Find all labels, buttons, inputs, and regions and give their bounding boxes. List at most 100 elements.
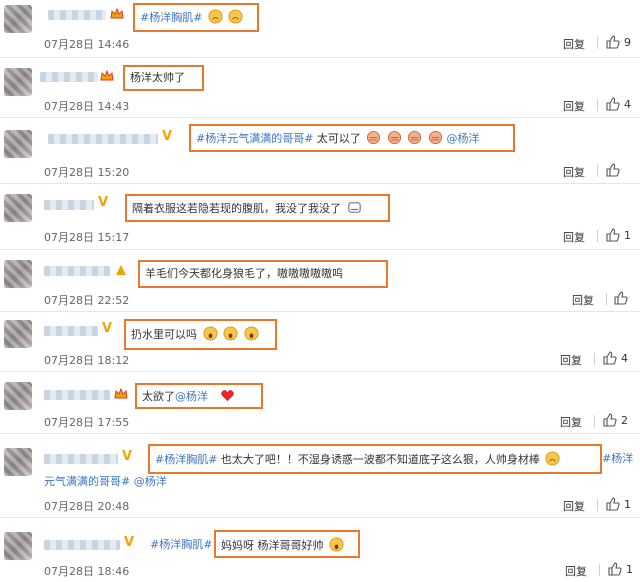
reply-button[interactable]: 回复: [572, 292, 594, 308]
mention-link[interactable]: @杨洋: [175, 390, 208, 403]
avatar[interactable]: [4, 260, 32, 288]
divider: [597, 230, 598, 242]
comment-item: 羊毛们今天都化身狼毛了，嗷嗷嗷嗷嗷呜 07月28日 22:52 回复: [0, 250, 640, 312]
verified-v-icon: V: [102, 321, 113, 336]
fist-emoji-icon: [428, 130, 442, 145]
reply-button[interactable]: 回复: [563, 98, 585, 114]
heart-icon: [220, 390, 234, 402]
thumbs-up-icon[interactable]: [603, 351, 617, 365]
username[interactable]: [40, 72, 98, 82]
divider: [594, 415, 595, 427]
username[interactable]: [48, 10, 106, 20]
comment-body: 太欲了: [142, 390, 175, 403]
comment-text: #杨洋胸肌#: [140, 9, 243, 26]
screaming-face-icon: [329, 537, 344, 552]
avatar[interactable]: [4, 130, 32, 158]
reply-button[interactable]: 回复: [563, 498, 585, 514]
reply-button[interactable]: 回复: [560, 352, 582, 368]
avatar[interactable]: [4, 382, 32, 410]
comment-text-line2: 元气满满的哥哥# @杨洋: [44, 474, 167, 490]
like-count: 4: [621, 352, 628, 365]
timestamp: 07月28日 18:12: [44, 354, 130, 367]
screaming-face-icon: [243, 326, 259, 341]
thumbs-up-icon[interactable]: [608, 562, 622, 576]
comment-text: #杨洋胸肌# 也太大了吧！！不湿身诱惑一波都不知道底子这么狠，人帅身材棒: [155, 451, 560, 468]
reply-button[interactable]: 回复: [563, 164, 585, 180]
screaming-face-icon: [223, 326, 238, 341]
timestamp: 07月28日 14:46: [44, 38, 130, 51]
thumbs-up-icon[interactable]: [606, 97, 620, 111]
comment-body: 太可以了: [313, 132, 361, 145]
comment-body: 隔着衣服这若隐若现的腹肌，我没了我没了: [132, 202, 341, 215]
verified-v-icon: V: [162, 129, 173, 144]
thumbs-up-icon[interactable]: [606, 228, 620, 242]
divider: [606, 293, 607, 305]
avatar[interactable]: [4, 5, 32, 33]
comment-item: 杨洋太帅了 07月28日 14:43 回复 4: [0, 58, 640, 118]
mention-link[interactable]: @杨洋: [446, 132, 479, 145]
divider: [599, 564, 600, 576]
comment-item: #杨洋胸肌# 07月28日 14:46 回复 9: [0, 0, 640, 58]
like-count: 1: [624, 498, 631, 511]
hashtag-link[interactable]: #杨洋胸肌#: [155, 453, 217, 466]
fist-emoji-icon: [387, 130, 401, 145]
comment-item: V #杨洋胸肌# 也太大了吧！！不湿身诱惑一波都不知道底子这么狠，人帅身材棒 #…: [0, 434, 640, 518]
username[interactable]: [44, 540, 120, 550]
emoji-icon: [208, 9, 223, 24]
verified-v-icon: V: [98, 195, 109, 210]
emoji-icon: [228, 9, 243, 24]
comment-text: #杨洋元气满满的哥哥# 太可以了 @杨洋: [196, 130, 479, 147]
comment-text: 太欲了@杨洋: [142, 388, 235, 405]
comment-item: 太欲了@杨洋 07月28日 17:55 回复 2: [0, 372, 640, 434]
username[interactable]: [48, 134, 158, 144]
reply-button[interactable]: 回复: [563, 36, 585, 52]
vip-crown-icon: [110, 8, 124, 19]
like-count: 1: [624, 229, 631, 242]
timestamp: 07月28日 15:17: [44, 231, 130, 244]
hashtag-link[interactable]: 元气满满的哥哥#: [44, 475, 130, 488]
timestamp: 07月28日 20:48: [44, 500, 130, 513]
reply-button[interactable]: 回复: [560, 414, 582, 430]
mention-link[interactable]: @杨洋: [134, 475, 167, 488]
fist-emoji-icon: [367, 130, 381, 145]
comment-text: 妈妈呀 杨洋哥哥好帅: [221, 537, 344, 554]
emoji-icon: [545, 451, 560, 466]
comment-body: 也太大了吧！！不湿身诱惑一波都不知道底子这么狠，人帅身材棒: [217, 453, 540, 466]
avatar[interactable]: [4, 532, 32, 560]
hashtag-link[interactable]: #杨洋胸肌#: [140, 11, 202, 24]
hashtag-link[interactable]: #杨洋: [602, 451, 633, 467]
like-count: 4: [624, 98, 631, 111]
username[interactable]: [44, 200, 94, 210]
reply-button[interactable]: 回复: [565, 563, 587, 579]
comment-item: V 隔着衣服这若隐若现的腹肌，我没了我没了 07月28日 15:17 回复 1: [0, 184, 640, 250]
thumbs-up-icon[interactable]: [603, 413, 617, 427]
hashtag-link[interactable]: #杨洋元气满满的哥哥#: [196, 132, 313, 145]
reply-button[interactable]: 回复: [563, 229, 585, 245]
username[interactable]: [44, 326, 98, 336]
avatar[interactable]: [4, 320, 32, 348]
thumbs-up-icon[interactable]: [606, 163, 620, 177]
avatar[interactable]: [4, 194, 32, 222]
hashtag-link[interactable]: #杨洋胸肌#: [150, 537, 212, 553]
comment-body: 妈妈呀 杨洋哥哥好帅: [221, 539, 324, 552]
thumbs-up-icon[interactable]: [614, 291, 628, 305]
username[interactable]: [44, 390, 110, 400]
like-count: 1: [626, 563, 633, 576]
comment-text: 隔着衣服这若隐若现的腹肌，我没了我没了: [132, 200, 362, 217]
avatar[interactable]: [4, 68, 32, 96]
username[interactable]: [44, 266, 110, 276]
username[interactable]: [44, 454, 118, 464]
screaming-face-icon: [202, 326, 218, 341]
avatar[interactable]: [4, 448, 32, 476]
thumbs-up-icon[interactable]: [606, 497, 620, 511]
divider: [597, 165, 598, 177]
timestamp: 07月28日 22:52: [44, 294, 130, 307]
thumbs-up-icon[interactable]: [606, 35, 620, 49]
timestamp: 07月28日 17:55: [44, 416, 130, 429]
divider: [597, 99, 598, 111]
vip-crown-icon: [100, 70, 114, 81]
like-count: 9: [624, 36, 631, 49]
timestamp: 07月28日 18:46: [44, 565, 130, 578]
emoji-icon: [347, 202, 361, 213]
timestamp: 07月28日 14:43: [44, 100, 130, 113]
